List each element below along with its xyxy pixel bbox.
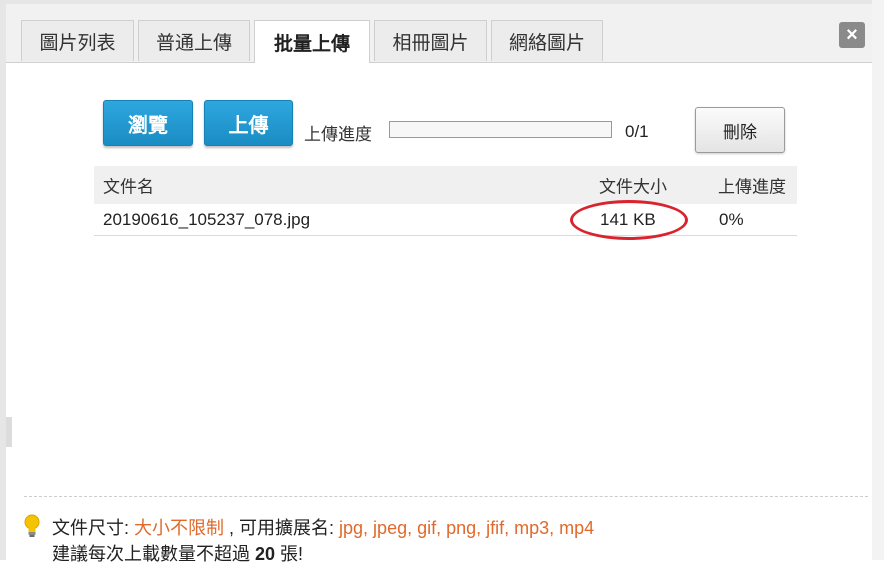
tab-normal-upload[interactable]: 普通上傳 [138, 20, 250, 61]
tab-image-list[interactable]: 圖片列表 [21, 20, 134, 61]
header-progress: 上傳進度 [718, 177, 786, 197]
upload-dialog: 圖片列表 普通上傳 批量上傳 相冊圖片 網絡圖片 × 瀏覽 上傳 上傳進度 0/… [0, 0, 884, 564]
file-name: 20190616_105237_078.jpg [103, 209, 311, 229]
upload-progress-bar [389, 121, 612, 138]
tab-bar: 圖片列表 普通上傳 批量上傳 相冊圖片 網絡圖片 × [6, 4, 878, 63]
tab-web-images[interactable]: 網絡圖片 [491, 20, 603, 61]
close-icon[interactable]: × [839, 22, 865, 48]
hint-limit-prefix: 建議每次上載數量不超過 [52, 544, 255, 564]
lightbulb-icon [24, 514, 40, 537]
hint-limit-suffix: 張! [275, 544, 304, 564]
hint-ext-value: jpg, jpeg, gif, png, jfif, mp3, mp4 [339, 518, 595, 538]
file-progress: 0% [719, 209, 744, 229]
upload-button[interactable]: 上傳 [204, 100, 293, 146]
upload-progress-label: 上傳進度 [304, 125, 372, 144]
table-row[interactable]: 20190616_105237_078.jpg 141 KB 0% [94, 204, 797, 236]
table-header: 文件名 文件大小 上傳進度 [94, 166, 797, 204]
hint-limit-number: 20 [255, 544, 276, 564]
file-table: 文件名 文件大小 上傳進度 20190616_105237_078.jpg 14… [94, 166, 797, 236]
window-edge-marker [6, 417, 12, 447]
hint-size-label: 文件尺寸: [52, 518, 135, 538]
hint-ext-label: , 可用擴展名: [224, 518, 340, 538]
highlight-circle [570, 200, 688, 240]
upload-count: 0/1 [625, 122, 649, 141]
header-filesize: 文件大小 [599, 177, 667, 197]
hint-size-value: 大小不限制 [134, 518, 225, 538]
hint-line-2: 建議每次上載數量不超過 20 張! [52, 540, 303, 566]
browse-button[interactable]: 瀏覽 [103, 100, 193, 146]
tab-batch-upload[interactable]: 批量上傳 [254, 20, 370, 63]
header-filename: 文件名 [103, 177, 154, 197]
window-right-edge [872, 0, 884, 560]
delete-button[interactable]: 刪除 [695, 107, 785, 153]
hint-line-1: 文件尺寸: 大小不限制 , 可用擴展名: jpg, jpeg, gif, png… [52, 514, 594, 540]
divider [24, 496, 868, 497]
tab-album-images[interactable]: 相冊圖片 [374, 20, 487, 61]
